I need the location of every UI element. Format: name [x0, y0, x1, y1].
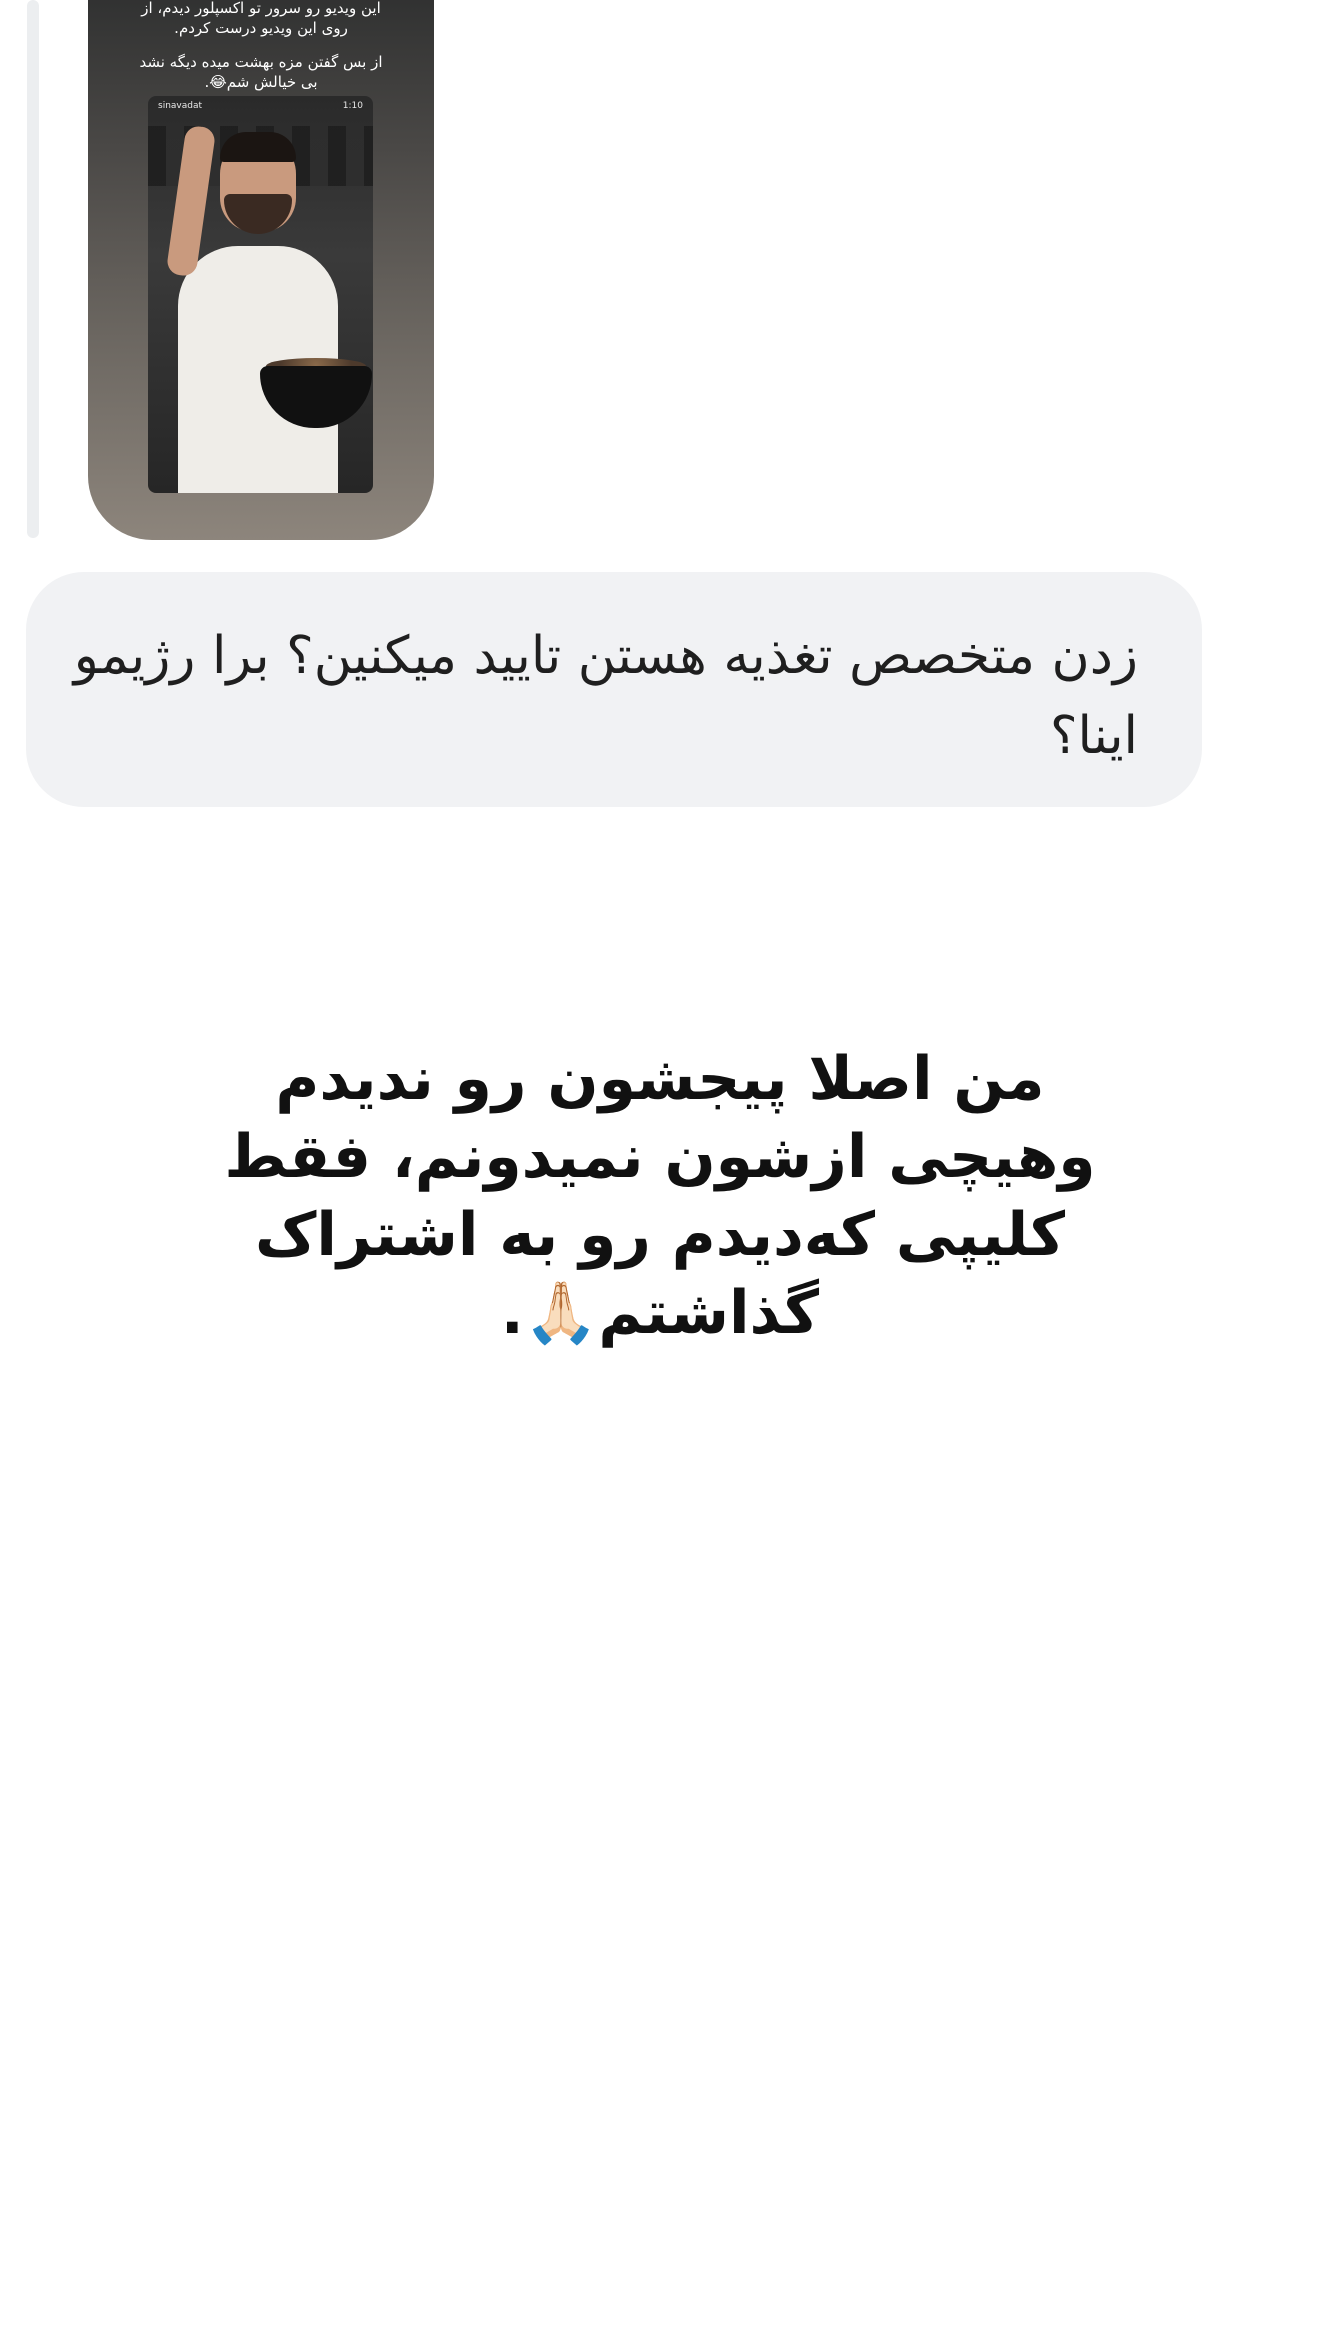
overlay-caption-line: کلیپی که‌دیدم رو به اشتراک	[255, 1200, 1065, 1270]
video-username: sinavadat	[158, 101, 203, 111]
message-text: زدن متخصص تغذیه هستن تایید میکنین؟ برا ر…	[73, 626, 1138, 766]
story-caption-line: این ویدیو رو سرور تو اکسپلور دیدم، از	[141, 0, 381, 17]
overlay-caption-line: گذاشتم🙏🏻.	[500, 1278, 820, 1348]
video-header: sinavadat 1:10	[148, 96, 373, 116]
reply-indicator-bar	[27, 0, 39, 538]
overlay-caption: من اصلا پیجشون رو ندیدم وهیچی ازشون نمید…	[200, 1040, 1120, 1352]
shared-story-preview[interactable]: این ویدیو رو سرور تو اکسپلور دیدم، از رو…	[88, 0, 434, 540]
person-beard	[224, 194, 292, 234]
person-hair	[220, 132, 296, 162]
story-caption: این ویدیو رو سرور تو اکسپلور دیدم، از رو…	[88, 0, 434, 92]
story-caption-line: روی این ویدیو درست کردم.	[174, 19, 348, 37]
story-caption-line: بی خیالش شم😂.	[204, 73, 318, 91]
video-timestamp: 1:10	[342, 101, 363, 111]
story-video-thumbnail[interactable]: sinavadat 1:10	[148, 96, 373, 493]
message-bubble[interactable]: زدن متخصص تغذیه هستن تایید میکنین؟ برا ر…	[26, 572, 1202, 807]
overlay-caption-line: من اصلا پیجشون رو ندیدم	[275, 1044, 1045, 1114]
story-caption-line: از بس گفتن مزه بهشت میده دیگه نشد	[139, 53, 383, 71]
overlay-caption-line: وهیچی ازشون نمیدونم، فقط	[224, 1122, 1096, 1192]
